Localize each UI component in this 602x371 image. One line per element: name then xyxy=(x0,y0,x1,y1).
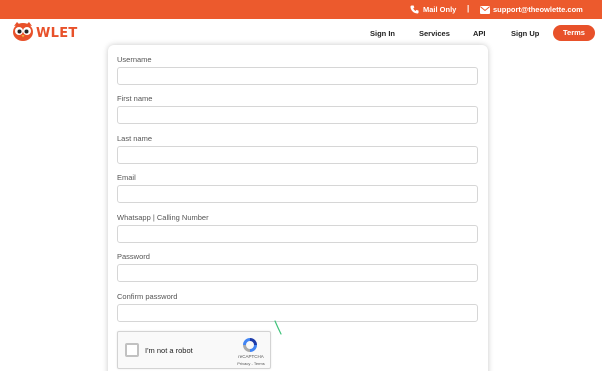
recaptcha-checkbox[interactable] xyxy=(125,343,139,357)
envelope-icon xyxy=(480,5,490,14)
phone-field[interactable] xyxy=(117,225,478,243)
username-field[interactable] xyxy=(117,67,478,85)
recaptcha-brand: reCAPTCHA xyxy=(238,354,264,359)
last-name-label: Last name xyxy=(117,134,153,143)
nav-sign-in[interactable]: Sign In xyxy=(370,29,395,38)
last-name-field[interactable] xyxy=(117,146,478,164)
signup-form-card: Username First name Last name Email What… xyxy=(108,45,488,371)
first-name-label: First name xyxy=(117,94,153,103)
mail-only-text: Mail Only xyxy=(423,5,457,14)
email-field[interactable] xyxy=(117,185,478,203)
nav-api[interactable]: API xyxy=(473,29,486,38)
password-label: Password xyxy=(117,252,150,261)
confirm-password-label: Confirm password xyxy=(117,292,178,301)
nav-sign-up[interactable]: Sign Up xyxy=(511,29,539,38)
mail-only-info: Mail Only xyxy=(410,5,456,14)
confirm-password-field[interactable] xyxy=(117,304,478,322)
main-navbar: WLET Sign In Services API Sign Up Terms xyxy=(0,19,602,47)
support-email-link[interactable]: support@theowlette.com xyxy=(480,5,583,14)
separator: | xyxy=(467,4,470,13)
recaptcha-widget: I'm not a robot reCAPTCHA Privacy - Term… xyxy=(117,331,271,369)
phone-icon xyxy=(410,5,419,14)
brand-name: WLET xyxy=(36,25,78,41)
password-field[interactable] xyxy=(117,264,478,282)
recaptcha-privacy-terms-link[interactable]: Privacy - Terms xyxy=(235,361,267,366)
loading-spinner-icon xyxy=(274,320,282,335)
first-name-field[interactable] xyxy=(117,106,478,124)
brand-logo[interactable]: WLET xyxy=(12,20,78,47)
nav-terms-button[interactable]: Terms xyxy=(553,25,595,41)
owl-icon xyxy=(12,20,34,47)
recaptcha-label: I'm not a robot xyxy=(145,346,193,355)
support-email-text: support@theowlette.com xyxy=(493,5,583,14)
username-label: Username xyxy=(117,55,152,64)
phone-label: Whatsapp | Calling Number xyxy=(117,213,209,222)
email-label: Email xyxy=(117,173,136,182)
top-contact-bar: Mail Only | support@theowlette.com xyxy=(0,0,602,19)
nav-services[interactable]: Services xyxy=(419,29,450,38)
